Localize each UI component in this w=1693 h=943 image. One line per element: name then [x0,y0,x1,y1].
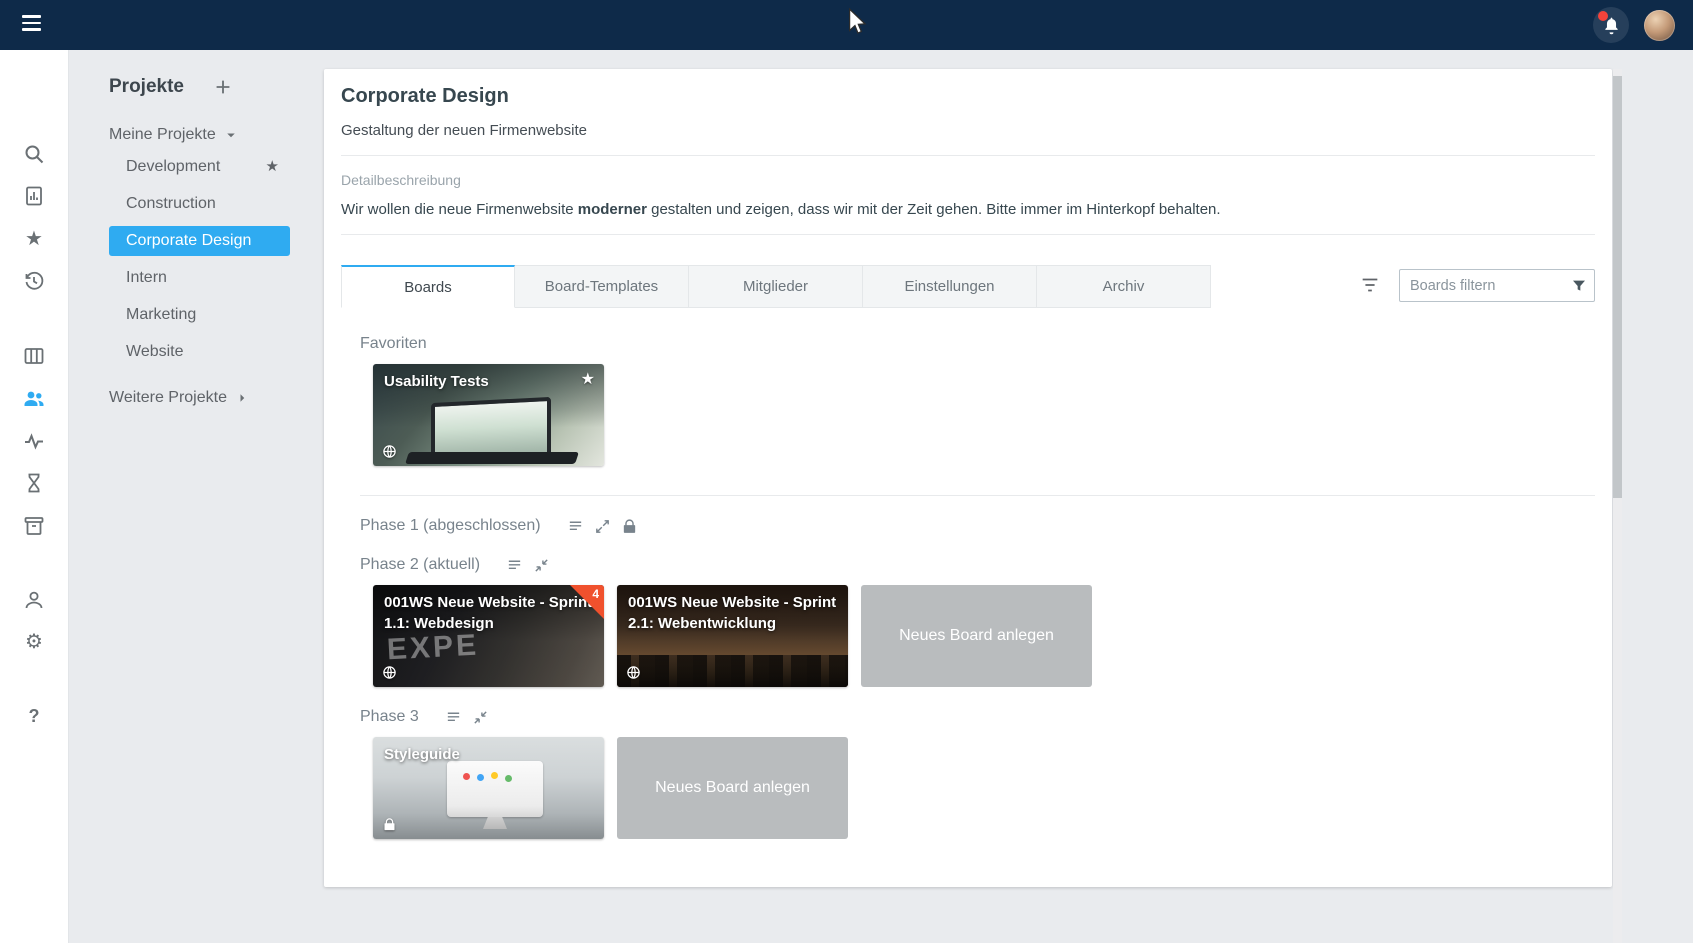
hourglass-icon[interactable] [22,471,46,495]
section-title-phase-2: Phase 2 (aktuell) [360,556,480,574]
section-phase-2: Phase 2 (aktuell) EXPE 001WS Neue Websit… [360,556,1595,687]
chevron-down-icon [222,126,240,144]
scrollbar[interactable] [1613,69,1622,943]
project-label: Development [126,158,220,175]
tab-board-templates[interactable]: Board-Templates [515,265,689,308]
filter-funnel-icon[interactable] [1571,278,1587,294]
favorite-star-icon[interactable]: ★ [581,369,595,389]
collapse-icon[interactable] [472,709,489,726]
photo-overlay-text: EXPE [386,629,480,668]
group-weitere-projekte[interactable]: Weitere Projekte [109,389,328,407]
new-board-label: Neues Board anlegen [899,627,1054,645]
board-title: Usability Tests [373,364,604,393]
activity-icon[interactable] [22,429,46,453]
project-label: Marketing [126,306,196,323]
section-title-phase-1: Phase 1 (abgeschlossen) [360,517,541,535]
board-card-styleguide[interactable]: Styleguide [373,737,604,839]
notes-icon[interactable] [567,518,584,535]
new-board-button[interactable]: Neues Board anlegen [861,585,1092,687]
project-label: Website [126,343,184,360]
mouse-cursor [843,7,869,39]
new-board-button[interactable]: Neues Board anlegen [617,737,848,839]
projects-panel: Projekte Meine Projekte Development ★ Co… [68,50,328,407]
page-title: Corporate Design [341,85,1595,108]
icon-sidebar: ★ ⚙ ? [0,50,69,943]
history-icon[interactable] [22,269,46,293]
person-icon[interactable] [22,588,46,612]
archive-icon[interactable] [22,514,46,538]
avatar[interactable] [1644,10,1675,41]
project-label: Construction [126,195,216,212]
group-meine-projekte[interactable]: Meine Projekte [109,126,328,144]
menu-icon[interactable] [22,15,44,35]
tab-einstellungen[interactable]: Einstellungen [863,265,1037,308]
detail-text: Wir wollen die neue Firmenwebsite modern… [341,201,1595,218]
project-label: Intern [126,269,167,286]
team-icon[interactable] [22,386,46,410]
filter-list-icon[interactable] [1357,273,1383,299]
gear-icon[interactable]: ⚙ [22,630,46,654]
plus-icon [212,76,234,98]
lock-icon [621,518,638,535]
board-columns-icon[interactable] [22,344,46,368]
report-icon[interactable] [22,184,46,208]
notifications-button[interactable] [1593,7,1629,43]
badge-count: 4 [592,587,599,601]
detail-label: Detailbeschreibung [341,172,1595,188]
chevron-right-icon [233,389,251,407]
add-project-button[interactable] [212,76,234,98]
project-item-development[interactable]: Development ★ [109,152,290,182]
search-icon[interactable] [22,142,46,166]
board-card-sprint-1-1[interactable]: EXPE 001WS Neue Website - Sprint 1.1: We… [373,585,604,687]
expand-icon[interactable] [594,518,611,535]
section-title-phase-3: Phase 3 [360,708,419,726]
lock-icon [382,817,397,832]
section-title-favoriten: Favoriten [360,335,1595,353]
notes-icon[interactable] [445,709,462,726]
notes-icon[interactable] [506,557,523,574]
group-label: Weitere Projekte [109,389,227,407]
star-icon[interactable]: ★ [22,227,46,251]
section-phase-1: Phase 1 (abgeschlossen) [360,517,1595,535]
tab-bar: Boards Board-Templates Mitglieder Einste… [341,264,1595,308]
topbar [0,0,1693,50]
project-item-intern[interactable]: Intern [109,263,290,293]
globe-icon [382,444,397,459]
globe-icon [382,665,397,680]
help-icon[interactable]: ? [22,704,46,728]
section-phase-3: Phase 3 Styleguide Neues Board anlegen [360,708,1595,839]
notification-badge [1598,11,1608,21]
project-item-marketing[interactable]: Marketing [109,300,290,330]
project-item-corporate-design[interactable]: Corporate Design [109,226,290,256]
tab-boards[interactable]: Boards [341,265,515,308]
board-card-sprint-2-1[interactable]: 001WS Neue Website - Sprint 2.1: Webentw… [617,585,848,687]
tab-mitglieder[interactable]: Mitglieder [689,265,863,308]
main-panel: Corporate Design Gestaltung der neuen Fi… [324,69,1612,887]
project-item-construction[interactable]: Construction [109,189,290,219]
app-root: ★ ⚙ ? Projekte [0,0,1693,943]
new-board-label: Neues Board anlegen [655,779,810,797]
group-label: Meine Projekte [109,126,216,144]
board-card-usability-tests[interactable]: Usability Tests ★ [373,364,604,466]
globe-icon [626,665,641,680]
divider [360,495,1595,496]
board-title: 001WS Neue Website - Sprint 2.1: Webentw… [617,585,848,634]
scrollbar-thumb[interactable] [1613,76,1622,498]
color-dots-decoration [463,773,470,780]
collapse-icon[interactable] [533,557,550,574]
divider [341,155,1595,156]
project-subtitle: Gestaltung der neuen Firmenwebsite [341,122,1595,139]
boards-filter-input[interactable] [1400,270,1594,301]
section-favoriten: Favoriten Usability Tests ★ [360,335,1595,496]
filter-box [1399,269,1595,302]
tab-archiv[interactable]: Archiv [1037,265,1211,308]
board-title: Styleguide [373,737,604,766]
project-item-website[interactable]: Website [109,337,290,367]
project-list: Development ★ Construction Corporate Des… [109,152,290,367]
projects-title: Projekte [109,76,184,98]
project-label: Corporate Design [126,232,251,249]
star-icon: ★ [266,152,279,182]
topbar-right [1593,0,1675,50]
divider [341,234,1595,235]
